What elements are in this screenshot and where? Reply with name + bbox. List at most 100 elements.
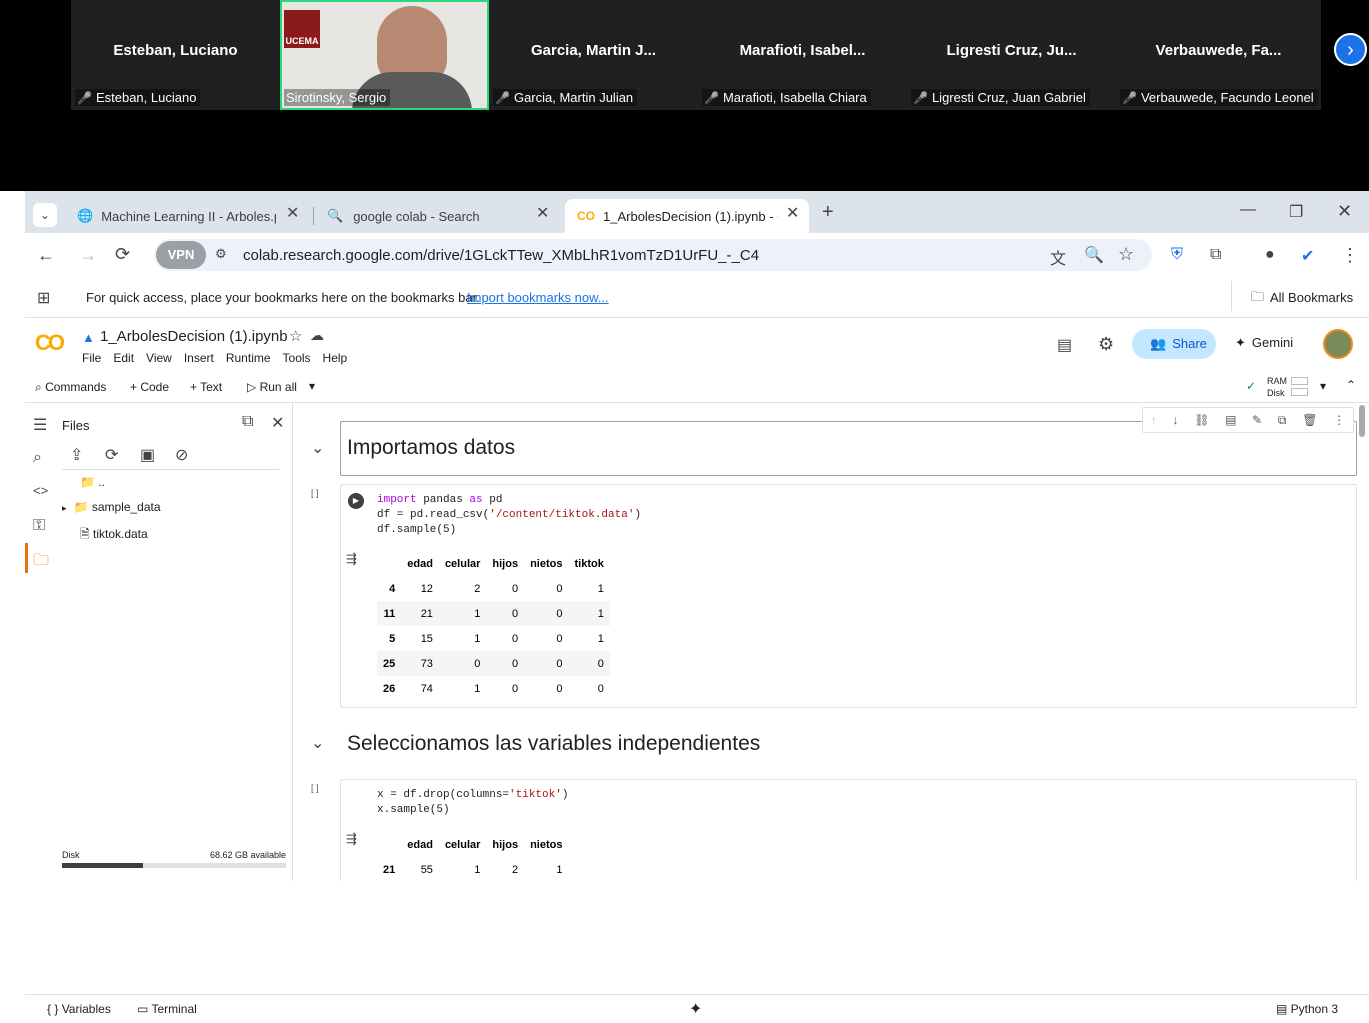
open-in-tab-icon[interactable]: ⧉	[242, 413, 253, 431]
shield-icon[interactable]: ⛨	[1171, 246, 1183, 264]
output-actions-icon[interactable]: ⇶	[346, 831, 357, 847]
run-all-dropdown-icon[interactable]: ▾	[309, 379, 315, 393]
refresh-icon[interactable]: ⟳	[105, 445, 118, 465]
code-snippets-icon[interactable]: <>	[33, 483, 48, 498]
run-cell-button[interactable]: ▶	[348, 493, 364, 509]
participant-tile-active[interactable]: UCEMA Sirotinsky, Sergio	[280, 0, 489, 110]
cloud-icon[interactable]: ☁	[310, 327, 324, 344]
menu-edit[interactable]: Edit	[113, 351, 134, 365]
tab-colab[interactable]: CO 1_ArbolesDecision (1).ipynb - C	[565, 199, 809, 233]
file-item-tiktok[interactable]: 🗎 tiktok.data	[80, 525, 148, 546]
gemini-button[interactable]: ✦ Gemini	[1235, 335, 1293, 351]
output-actions-icon[interactable]: ⇶	[346, 551, 357, 567]
link-icon[interactable]: ⛓	[1194, 413, 1209, 427]
gemini-icon[interactable]: ✦	[689, 999, 702, 1019]
participant-tile[interactable]: Esteban, Luciano 🎤 Esteban, Luciano	[71, 0, 280, 110]
url-text[interactable]: colab.research.google.com/drive/1GLckTTe…	[243, 247, 759, 264]
scrollbar[interactable]	[1359, 405, 1365, 437]
profile-icon[interactable]: ●	[1265, 246, 1275, 264]
secrets-key-icon[interactable]: ⚿	[33, 517, 45, 535]
menu-insert[interactable]: Insert	[184, 351, 214, 365]
hide-files-icon[interactable]: ⊘	[175, 445, 188, 465]
variables-button[interactable]: { } Variables	[47, 1002, 111, 1016]
gear-icon[interactable]: ⚙	[1098, 334, 1114, 355]
star-icon[interactable]: ☆	[289, 327, 302, 345]
file-item-sample-data[interactable]: ▸ 📁 sample_data	[62, 500, 161, 514]
next-participants-button[interactable]: ›	[1334, 33, 1367, 66]
expand-arrow-icon[interactable]: ▸	[62, 503, 67, 513]
menu-file[interactable]: File	[82, 351, 101, 365]
comment-icon[interactable]: ▤	[1225, 413, 1236, 427]
move-up-icon[interactable]: ↑	[1151, 413, 1157, 427]
find-icon[interactable]: ⌕	[33, 449, 42, 467]
resource-monitor[interactable]: RAM Disk	[1267, 375, 1287, 399]
tab-divider	[313, 207, 314, 225]
tab-machine-learning[interactable]: 🌐 Machine Learning II - Arboles.p	[65, 199, 305, 233]
zoom-icon[interactable]: 🔍	[1084, 245, 1104, 265]
mirror-cell-icon[interactable]: ⧉	[1278, 413, 1287, 428]
table-cell: 1	[474, 863, 481, 876]
menu-view[interactable]: View	[146, 351, 172, 365]
back-icon[interactable]: ←	[37, 245, 55, 266]
close-tab-icon[interactable]: ✕	[786, 203, 799, 223]
all-bookmarks-button[interactable]: All Bookmarks	[1270, 290, 1353, 305]
menu-tools[interactable]: Tools	[283, 351, 311, 365]
extensions-icon[interactable]: ⧉	[1210, 246, 1221, 264]
more-menu-icon[interactable]: ⋮	[1341, 245, 1359, 266]
apps-grid-icon[interactable]: ⊞	[37, 288, 50, 308]
code-cell[interactable]: ▶ import pandas as pd df = pd.read_csv('/…	[340, 484, 1357, 708]
runtime-indicator[interactable]: ▤ Python 3	[1276, 1002, 1338, 1016]
avatar[interactable]	[1323, 329, 1353, 359]
site-info-icon[interactable]: ⚙	[215, 246, 227, 262]
notebook-title[interactable]: 1_ArbolesDecision (1).ipynb	[100, 328, 288, 345]
edit-icon[interactable]: ✎	[1252, 413, 1262, 427]
address-bar[interactable]: VPN ⚙ colab.research.google.com/drive/1G…	[154, 239, 1152, 271]
add-text-button[interactable]: + Text	[190, 380, 222, 394]
minimize-icon[interactable]: —	[1240, 201, 1256, 219]
participant-tile[interactable]: Marafioti, Isabel... 🎤 Marafioti, Isabell…	[698, 0, 907, 110]
import-bookmarks-link[interactable]: Import bookmarks now...	[467, 290, 609, 305]
add-code-button[interactable]: + Code	[130, 380, 169, 394]
close-window-icon[interactable]: ✕	[1337, 201, 1352, 222]
close-tab-icon[interactable]: ✕	[536, 203, 549, 223]
participant-tile[interactable]: Garcia, Martin J... 🎤 Garcia, Martin Juli…	[489, 0, 698, 110]
translate-icon[interactable]: 文	[1050, 245, 1066, 269]
toc-icon[interactable]: ☰	[33, 415, 47, 435]
table-cell: 55	[420, 863, 433, 876]
menu-runtime[interactable]: Runtime	[226, 351, 271, 365]
run-all-button[interactable]: ▷ Run all	[247, 380, 297, 394]
mount-drive-icon[interactable]: ▣	[140, 445, 155, 465]
tab-google-search[interactable]: 🔍 google colab - Search	[315, 199, 555, 233]
commands-button[interactable]: ⌕ Commands	[35, 380, 106, 395]
participant-tile[interactable]: Verbauwede, Fa... 🎤 Verbauwede, Facundo L…	[1116, 0, 1321, 110]
share-button[interactable]: 👥 Share	[1132, 329, 1216, 359]
forward-icon[interactable]: →	[79, 245, 97, 266]
close-panel-icon[interactable]: ✕	[271, 413, 284, 433]
tab-search-button[interactable]: ⌄	[33, 203, 57, 227]
restore-icon[interactable]: ❐	[1289, 202, 1303, 222]
security-check-icon[interactable]: ✔	[1301, 246, 1314, 266]
terminal-button[interactable]: ▭ Terminal	[137, 1002, 197, 1016]
code-editor[interactable]: x = df.drop(columns='tiktok') x.sample(5)	[377, 788, 568, 818]
menu-help[interactable]: Help	[323, 351, 348, 365]
file-item-parent[interactable]: 📁 ..	[80, 475, 105, 489]
reload-icon[interactable]: ⟳	[115, 244, 130, 265]
participant-tile[interactable]: Ligresti Cruz, Ju... 🎤 Ligresti Cruz, Jua…	[907, 0, 1116, 110]
delete-icon[interactable]: 🗑	[1302, 413, 1317, 427]
vpn-badge[interactable]: VPN	[156, 241, 206, 269]
collapse-section-icon[interactable]: ⌄	[311, 438, 324, 458]
new-tab-icon[interactable]: +	[822, 201, 834, 224]
comment-icon[interactable]: ▤	[1057, 335, 1072, 355]
more-options-icon[interactable]: ⋮	[1333, 413, 1345, 427]
ram-bar	[1291, 377, 1308, 385]
folder-icon[interactable]: 🗀	[33, 549, 49, 576]
move-down-icon[interactable]: ↓	[1173, 413, 1179, 427]
code-cell[interactable]: x = df.drop(columns='tiktok') x.sample(5)…	[340, 779, 1357, 881]
close-tab-icon[interactable]: ✕	[286, 203, 299, 223]
connect-dropdown-icon[interactable]: ▾	[1320, 379, 1326, 393]
collapse-header-icon[interactable]: ⌃	[1346, 378, 1356, 392]
upload-icon[interactable]: ⇪	[70, 445, 83, 465]
star-icon[interactable]: ☆	[1118, 244, 1134, 265]
collapse-section-icon[interactable]: ⌄	[311, 733, 324, 753]
code-editor[interactable]: import pandas as pd df = pd.read_csv('/co…	[377, 493, 641, 538]
